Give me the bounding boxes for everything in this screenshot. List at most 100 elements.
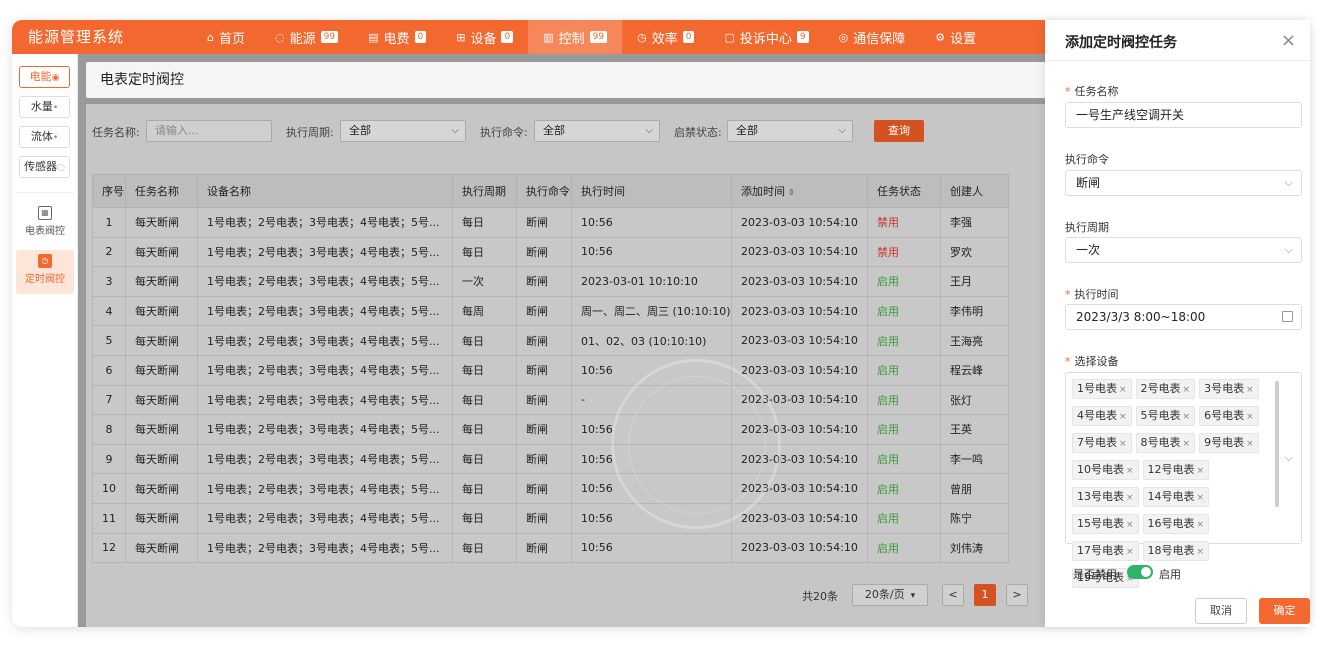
remove-tag-icon[interactable]: × <box>1197 493 1205 503</box>
remove-tag-icon[interactable]: × <box>1126 493 1134 503</box>
close-icon[interactable]: × <box>1281 30 1296 51</box>
device-tag: 4号电表 × <box>1072 406 1132 426</box>
nav-item-signal[interactable]: ◎ 通信保障 <box>824 20 921 54</box>
table-cell: 每天断闸 <box>125 414 198 445</box>
nav-item-label: 效率 <box>651 31 678 47</box>
column-header: 创建人 <box>940 174 1009 208</box>
status-select[interactable]: 全部 ⌵ <box>727 120 853 142</box>
status-badge: 启用 <box>867 532 941 564</box>
table-cell: 5 <box>92 325 126 356</box>
table-row[interactable]: 4 每天断闸 1号电表；2号电表；3号电表；4号电表；5号... 每周 断闸 周一、周二、… <box>92 295 1009 327</box>
table-cell: 1号电表；2号电表；3号电表；4号电表；5号... <box>197 384 453 416</box>
remove-tag-icon[interactable]: × <box>1246 412 1254 422</box>
cancel-button[interactable]: 取消 <box>1195 598 1247 624</box>
remove-tag-icon[interactable]: × <box>1183 385 1191 395</box>
nav-item-chat[interactable]: ▢ 投诉中心 9 <box>709 20 823 54</box>
table-cell: 1号电表；2号电表；3号电表；4号电表；5号... <box>197 473 453 504</box>
command-select[interactable]: 全部 ⌵ <box>534 120 660 142</box>
next-page-button[interactable]: > <box>1006 584 1028 606</box>
table-cell: 1号电表；2号电表；3号电表；4号电表；5号... <box>197 236 453 268</box>
nav-item-clock[interactable]: ◷ 效率 0 <box>622 20 709 54</box>
remove-tag-icon[interactable]: × <box>1126 520 1134 530</box>
main-nav: ⌂ 首页 ◌ 能源 99 ▤ 电费 0 ⊞ 设备 0 ▥ 控制 99 ◷ 效率 0 ▢ 投诉中心 9 ◎ 通信保障 ⚙ 设置 <box>192 20 991 54</box>
table-cell: 2023-03-03 10:54:10 <box>731 207 868 238</box>
page-size-select[interactable]: 20条/页 ▾ <box>852 584 928 606</box>
remove-tag-icon[interactable]: × <box>1246 385 1254 395</box>
table-row[interactable]: 8 每天断闸 1号电表；2号电表；3号电表；4号电表；5号... 每日 断闸 10:56 2… <box>92 414 1009 445</box>
table-row[interactable]: 1 每天断闸 1号电表；2号电表；3号电表；4号电表；5号... 每日 断闸 10:56 2… <box>92 207 1009 238</box>
command-dropdown[interactable]: 断闸 ⌵ <box>1065 170 1302 196</box>
table-cell: 01、02、03 (10:10:10) <box>571 325 732 356</box>
nav-item-gear[interactable]: ⚙ 设置 <box>920 20 991 54</box>
status-badge: 禁用 <box>867 236 941 268</box>
tagbox-scrollbar[interactable] <box>1275 381 1279 507</box>
nav-item-panel[interactable]: ▥ 控制 99 <box>528 20 623 54</box>
page-1-button[interactable]: 1 <box>974 584 996 606</box>
table-row[interactable]: 6 每天断闸 1号电表；2号电表；3号电表；4号电表；5号... 每日 断闸 10:56 2… <box>92 354 1009 386</box>
column-header[interactable]: 添加时间 ⇕ <box>731 174 868 208</box>
time-label: * 执行时间 <box>1065 288 1119 301</box>
table-cell: 10:56 <box>571 532 732 564</box>
remove-tag-icon[interactable]: × <box>1119 412 1127 422</box>
remove-tag-icon[interactable]: × <box>1183 439 1191 449</box>
sort-icon[interactable]: ⇕ <box>788 188 795 197</box>
table-cell: 10:56 <box>571 236 732 268</box>
device-tag: 2号电表 × <box>1135 379 1196 399</box>
nav-item-home[interactable]: ⌂ 首页 <box>192 20 260 54</box>
confirm-button[interactable]: 确定 <box>1259 598 1310 624</box>
chevron-down-icon: ⌵ <box>1284 176 1293 189</box>
prev-page-button[interactable]: < <box>942 584 964 606</box>
nav-item-bill[interactable]: ▤ 电费 0 <box>353 20 441 54</box>
query-button[interactable]: 查询 <box>874 120 924 142</box>
column-header: 序号 <box>92 174 126 208</box>
table-row[interactable]: 11 每天断闸 1号电表；2号电表；3号电表；4号电表；5号... 每日 断闸 10:56… <box>92 502 1009 534</box>
sidebar-item-meter-control[interactable]: ▦ 电表阀控 <box>16 202 74 246</box>
cycle-select[interactable]: 全部 ⌵ <box>340 120 466 142</box>
chevron-down-icon: ⌵ <box>451 125 459 136</box>
remove-tag-icon[interactable]: × <box>1197 466 1205 476</box>
sidebar-item-timed-control[interactable]: ◷ 定时阀控 <box>16 250 74 294</box>
remove-tag-icon[interactable]: × <box>1126 547 1134 557</box>
status-badge: 禁用 <box>867 207 941 238</box>
remove-tag-icon[interactable]: × <box>1126 466 1134 476</box>
radio-dot-icon: ◉ <box>51 73 60 83</box>
nav-item-grid[interactable]: ⊞ 设备 0 <box>441 20 528 54</box>
remove-tag-icon[interactable]: × <box>1246 439 1254 449</box>
filter-cycle-label: 执行周期: <box>286 126 334 139</box>
remove-tag-icon[interactable]: × <box>1119 385 1127 395</box>
time-range-picker[interactable]: 2023/3/3 8:00~18:00 <box>1065 304 1302 330</box>
table-cell: 每日 <box>452 207 517 238</box>
remove-tag-icon[interactable]: × <box>1197 547 1205 557</box>
cycle-dropdown[interactable]: 一次 ⌵ <box>1065 237 1302 263</box>
nav-item-bulb[interactable]: ◌ 能源 99 <box>260 20 353 54</box>
table-row[interactable]: 2 每天断闸 1号电表；2号电表；3号电表；4号电表；5号... 每日 断闸 10:56 2… <box>92 236 1009 268</box>
chip-electricity[interactable]: 电能◉ <box>19 66 70 88</box>
chip-sensor[interactable]: 传感器○ <box>19 156 70 178</box>
status-badge: 启用 <box>867 354 941 386</box>
chip-fluid[interactable]: 流体• <box>19 126 70 148</box>
remove-tag-icon[interactable]: × <box>1119 439 1127 449</box>
table-cell: 3 <box>92 266 126 297</box>
table-cell: 每天断闸 <box>125 443 198 475</box>
left-sidebar: 电能◉ 水量• 流体• 传感器○ ▦ 电表阀控 ◷ 定时阀控 <box>12 54 78 627</box>
table-row[interactable]: 3 每天断闸 1号电表；2号电表；3号电表；4号电表；5号... 一次 断闸 2023-0… <box>92 266 1009 297</box>
add-task-drawer: 添加定时阀控任务 × * 任务名称 一号生产线空调开关 执行命令 断闸 ⌵ 执行周期… <box>1045 20 1310 627</box>
chevron-down-icon: ⌵ <box>645 125 653 136</box>
table-row[interactable]: 7 每天断闸 1号电表；2号电表；3号电表；4号电表；5号... 每日 断闸 -2023-… <box>92 384 1009 416</box>
task-name-input[interactable]: 请输入... <box>146 120 272 142</box>
table-row[interactable]: 9 每天断闸 1号电表；2号电表；3号电表；4号电表；5号... 每日 断闸 10:56 2… <box>92 443 1009 475</box>
table-row[interactable]: 5 每天断闸 1号电表；2号电表；3号电表；4号电表；5号... 每日 断闸 01、02、… <box>92 325 1009 356</box>
devices-label: * 选择设备 <box>1065 355 1119 368</box>
table-row[interactable]: 10 每天断闸 1号电表；2号电表；3号电表；4号电表；5号... 每日 断闸 10:56… <box>92 473 1009 504</box>
count-badge: 99 <box>589 31 608 43</box>
remove-tag-icon[interactable]: × <box>1183 412 1191 422</box>
status-badge: 启用 <box>867 414 941 445</box>
table-cell: 1号电表；2号电表；3号电表；4号电表；5号... <box>197 354 453 386</box>
remove-tag-icon[interactable]: × <box>1197 520 1205 530</box>
device-multiselect[interactable]: 1号电表 × 2号电表 × 3号电表 × 4号电表 × 5号电表 × 6号电表 × 7号电表 × 8号电表 ×… <box>1065 372 1302 588</box>
table-row[interactable]: 12 每天断闸 1号电表；2号电表；3号电表；4号电表；5号... 每日 断闸 10:56… <box>92 532 1009 564</box>
chip-water[interactable]: 水量• <box>19 96 70 118</box>
nav-item-label: 首页 <box>218 31 245 47</box>
enable-toggle[interactable] <box>1127 565 1153 579</box>
task-name-field[interactable]: 一号生产线空调开关 <box>1065 102 1302 128</box>
